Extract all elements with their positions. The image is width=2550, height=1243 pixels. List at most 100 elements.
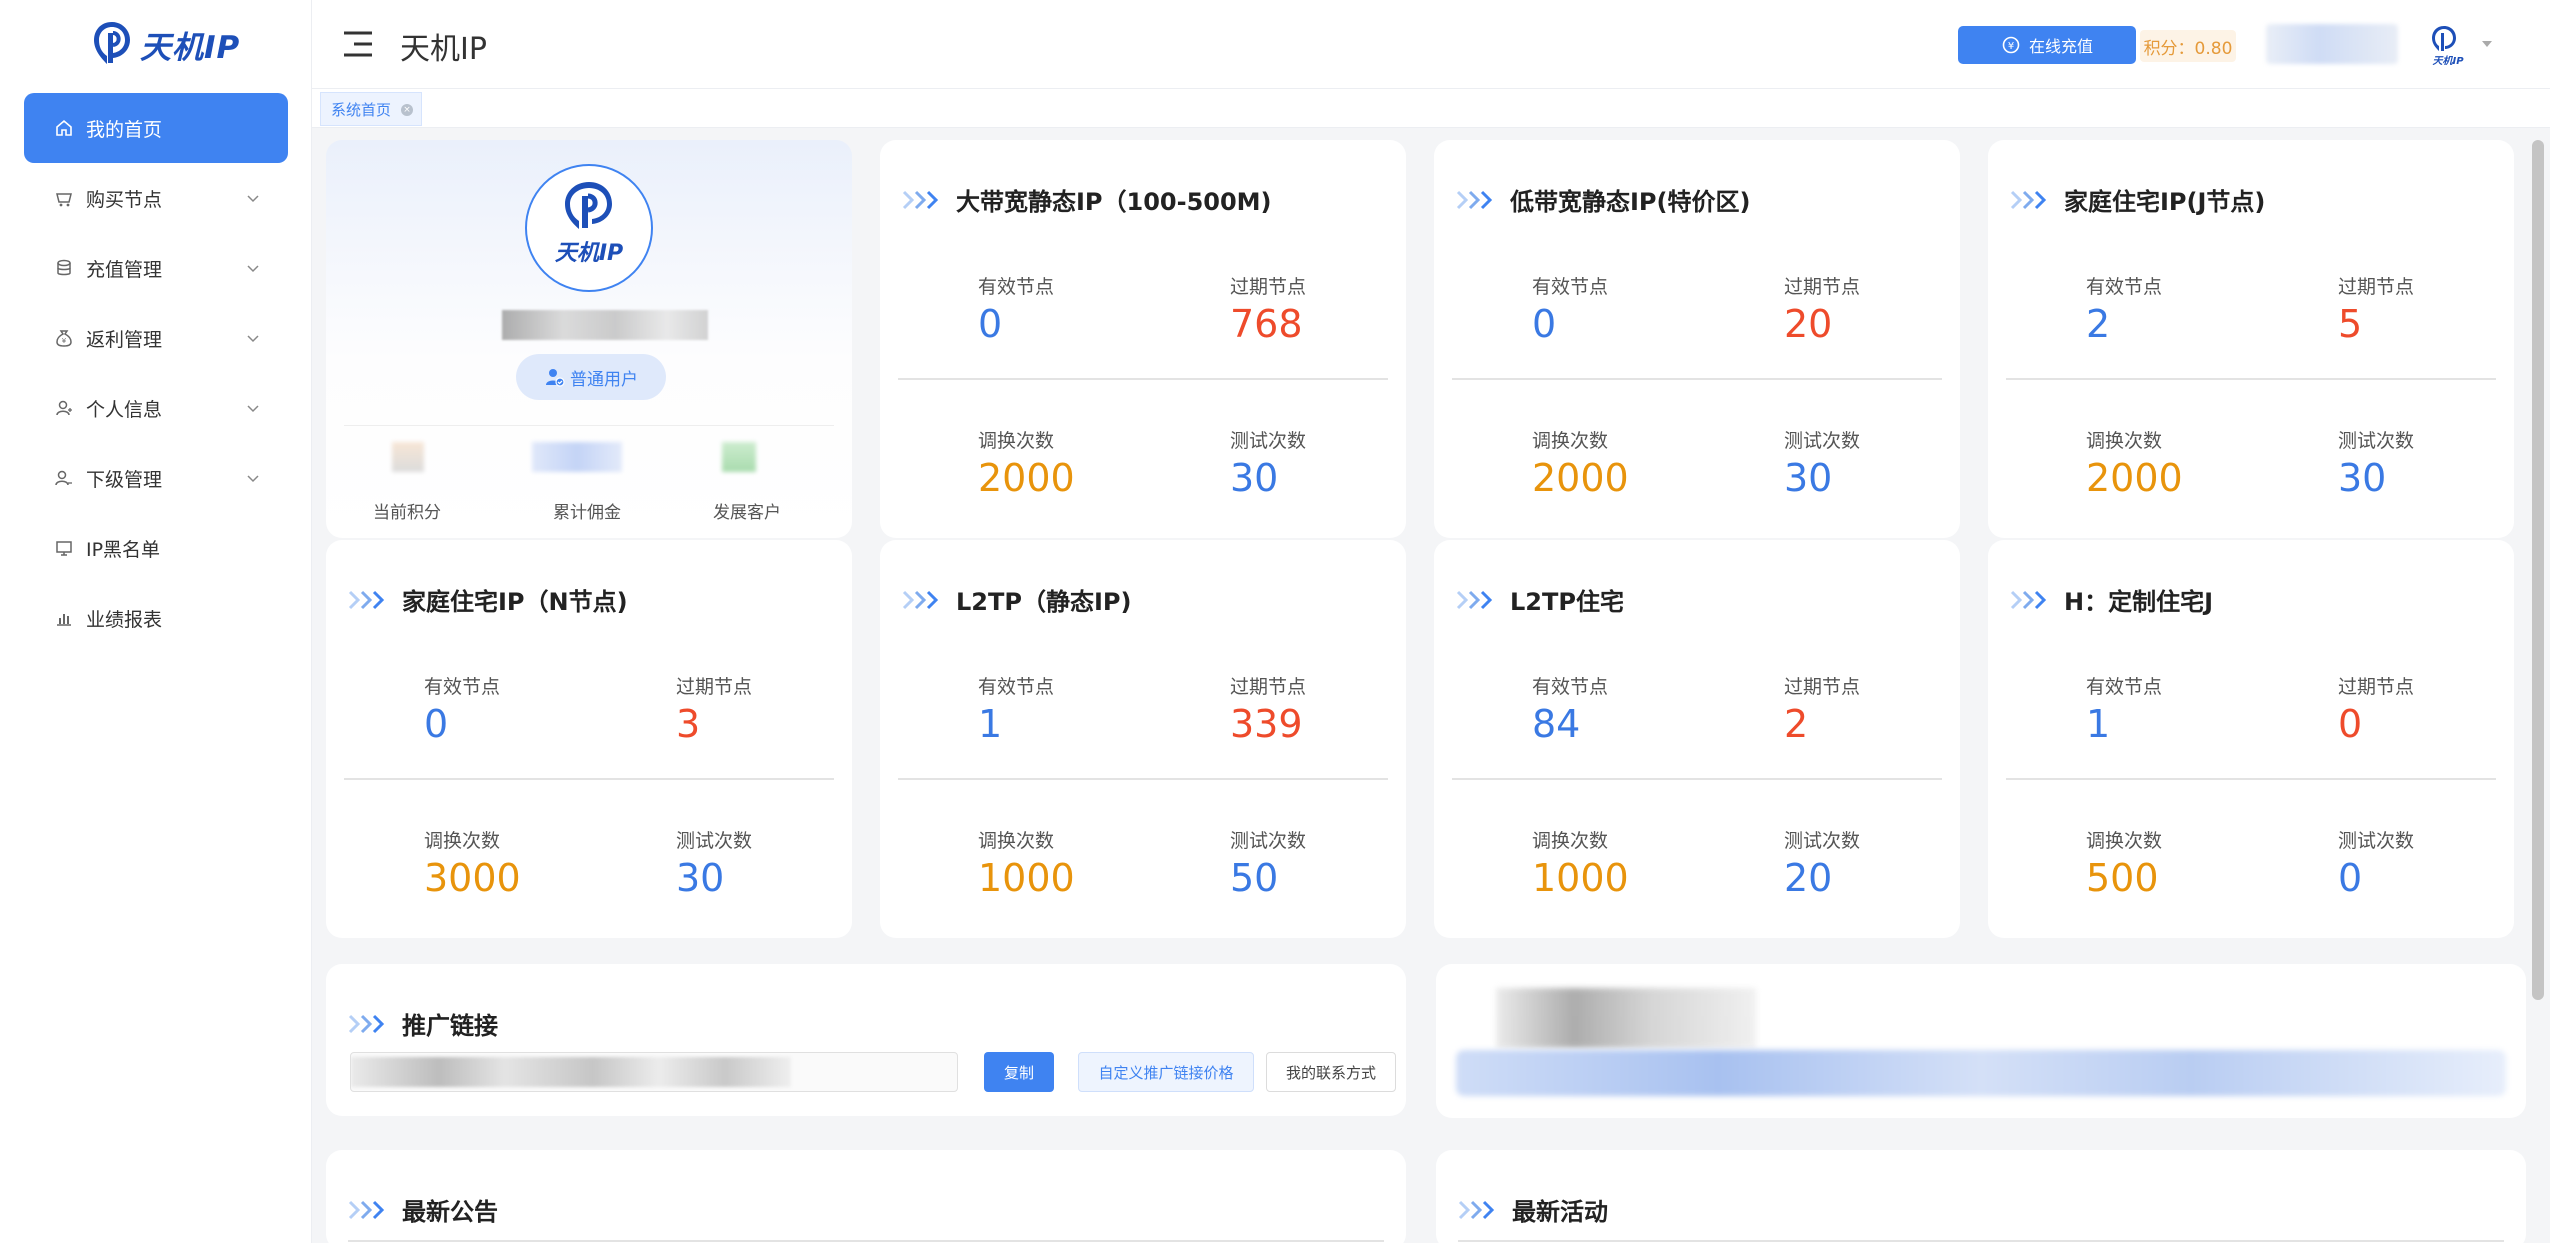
avatar[interactable]: 天机IP [2424, 22, 2472, 68]
card-title: 家庭住宅IP(J节点) [2010, 182, 2265, 217]
expired-nodes-value: 5 [2338, 302, 2363, 346]
swap-count-value: 1000 [978, 856, 1075, 900]
card-title: H：定制住宅J [2010, 582, 2213, 617]
swap-count-label: 调换次数 [424, 830, 501, 852]
expired-nodes-label: 过期节点 [1230, 276, 1307, 298]
activity-title: 最新活动 [1458, 1192, 1608, 1227]
double-chevron-icon [2010, 190, 2047, 209]
promo-link-input[interactable] [350, 1052, 958, 1092]
sidebar-item-label: 个人信息 [86, 398, 163, 421]
sidebar: 天机IP 我的首页 购买节点 充值管理 ¥ 返利管理 个人信息 下级管理 IP黑… [0, 0, 312, 1243]
role-label: 普通用户 [570, 369, 638, 390]
tab-system-home[interactable]: 系统首页 × [320, 92, 423, 126]
card-title: 家庭住宅IP（N节点) [348, 582, 628, 617]
test-count-label: 测试次数 [676, 830, 753, 852]
test-count-label: 测试次数 [1230, 830, 1307, 852]
swap-count-value: 3000 [424, 856, 521, 900]
close-icon[interactable]: × [401, 104, 414, 116]
double-chevron-icon [348, 590, 385, 609]
activity-card: 最新活动 [1436, 1150, 2526, 1243]
sidebar-item-label: 充值管理 [86, 258, 163, 281]
valid-nodes-label: 有效节点 [1532, 276, 1609, 298]
sidebar-item-home[interactable]: 我的首页 [24, 93, 288, 163]
sidebar-item-subordinates[interactable]: 下级管理 [24, 443, 288, 513]
valid-nodes-label: 有效节点 [2086, 276, 2163, 298]
sidebar-item-label: 下级管理 [86, 468, 163, 491]
test-count-label: 测试次数 [1230, 430, 1307, 452]
user-icon [54, 398, 74, 418]
promo-title: 推广链接 [348, 1006, 498, 1041]
chevron-down-icon [247, 265, 259, 273]
recharge-button[interactable]: ¥ 在线充值 [1958, 26, 2136, 64]
svg-text:¥: ¥ [62, 337, 67, 345]
svg-text:天机IP: 天机IP [555, 241, 623, 266]
divider [1452, 778, 1942, 780]
chevron-down-icon [247, 195, 259, 203]
card-title: L2TP（静态IP) [902, 582, 1131, 617]
swap-count-value: 500 [2086, 856, 2159, 900]
caret-down-icon[interactable] [2480, 38, 2494, 50]
notice-title: 最新公告 [348, 1192, 498, 1227]
node-stat-card: 家庭住宅IP（N节点) 有效节点 过期节点 0 3 调换次数 测试次数 3000 30 [326, 540, 852, 938]
valid-nodes-value: 2 [2086, 302, 2111, 346]
divider [348, 1240, 1384, 1242]
sidebar-item-personal-info[interactable]: 个人信息 [24, 373, 288, 443]
expired-nodes-value: 20 [1784, 302, 1833, 346]
expired-nodes-label: 过期节点 [676, 676, 753, 698]
role-badge: 普通用户 [516, 354, 666, 400]
valid-nodes-value: 0 [1532, 302, 1557, 346]
double-chevron-icon [2010, 590, 2047, 609]
custom-link-price-button[interactable]: 自定义推广链接价格 [1078, 1052, 1254, 1092]
recharge-icon: ¥ [2002, 36, 2020, 54]
monitor-icon [54, 538, 74, 558]
double-chevron-icon [348, 1014, 385, 1033]
valid-nodes-label: 有效节点 [978, 676, 1055, 698]
double-chevron-icon [902, 190, 939, 209]
card-title-text: 大带宽静态IP（100-500M) [956, 188, 1272, 216]
logo-icon [94, 22, 130, 64]
sidebar-item-rebate[interactable]: ¥ 返利管理 [24, 303, 288, 373]
divider [1458, 1240, 2504, 1242]
sidebar-item-label: 返利管理 [86, 328, 163, 351]
sidebar-item-label: 我的首页 [86, 118, 163, 141]
sidebar-item-ip-blacklist[interactable]: IP黑名单 [24, 513, 288, 583]
svg-text:天机IP: 天机IP [2432, 55, 2464, 67]
scrollbar[interactable] [2532, 140, 2544, 1000]
double-chevron-icon [1458, 1200, 1495, 1219]
chevron-down-icon [247, 335, 259, 343]
test-count-label: 测试次数 [2338, 830, 2415, 852]
divider [1452, 378, 1942, 380]
logo[interactable]: 天机IP [90, 18, 240, 70]
test-count-value: 20 [1784, 856, 1833, 900]
points-value-blurred [392, 442, 424, 472]
test-count-value: 30 [2338, 456, 2387, 500]
tab-bar: 系统首页 × [312, 88, 2550, 128]
copy-button[interactable]: 复制 [984, 1052, 1054, 1092]
sidebar-item-buy-nodes[interactable]: 购买节点 [24, 163, 288, 233]
swap-count-label: 调换次数 [1532, 430, 1609, 452]
double-chevron-icon [348, 1200, 385, 1219]
node-stat-card: 低带宽静态IP(特价区) 有效节点 过期节点 0 20 调换次数 测试次数 2000 30 [1434, 140, 1960, 538]
svg-text:¥: ¥ [2008, 41, 2014, 52]
swap-count-value: 2000 [1532, 456, 1629, 500]
chevron-down-icon [247, 405, 259, 413]
divider [2006, 778, 2496, 780]
sidebar-item-performance-report[interactable]: 业绩报表 [24, 583, 288, 653]
expired-nodes-label: 过期节点 [1230, 676, 1307, 698]
card-title: 低带宽静态IP(特价区) [1456, 182, 1750, 217]
test-count-value: 30 [1230, 456, 1279, 500]
card-title-text: 家庭住宅IP（N节点) [402, 588, 628, 616]
username-blurred[interactable] [2266, 24, 2398, 64]
node-stat-card: H：定制住宅J 有效节点 过期节点 1 0 调换次数 测试次数 500 0 [1988, 540, 2514, 938]
card-title-text: 家庭住宅IP(J节点) [2064, 188, 2266, 216]
commission-value-blurred [532, 442, 622, 472]
sidebar-item-recharge[interactable]: 充值管理 [24, 233, 288, 303]
swap-count-label: 调换次数 [1532, 830, 1609, 852]
swap-count-label: 调换次数 [978, 430, 1055, 452]
menu-toggle-icon[interactable] [342, 30, 374, 58]
double-chevron-icon [902, 590, 939, 609]
contact-info-button[interactable]: 我的联系方式 [1266, 1052, 1396, 1092]
team-icon [54, 468, 74, 488]
test-count-value: 0 [2338, 856, 2363, 900]
cart-icon [54, 188, 74, 208]
